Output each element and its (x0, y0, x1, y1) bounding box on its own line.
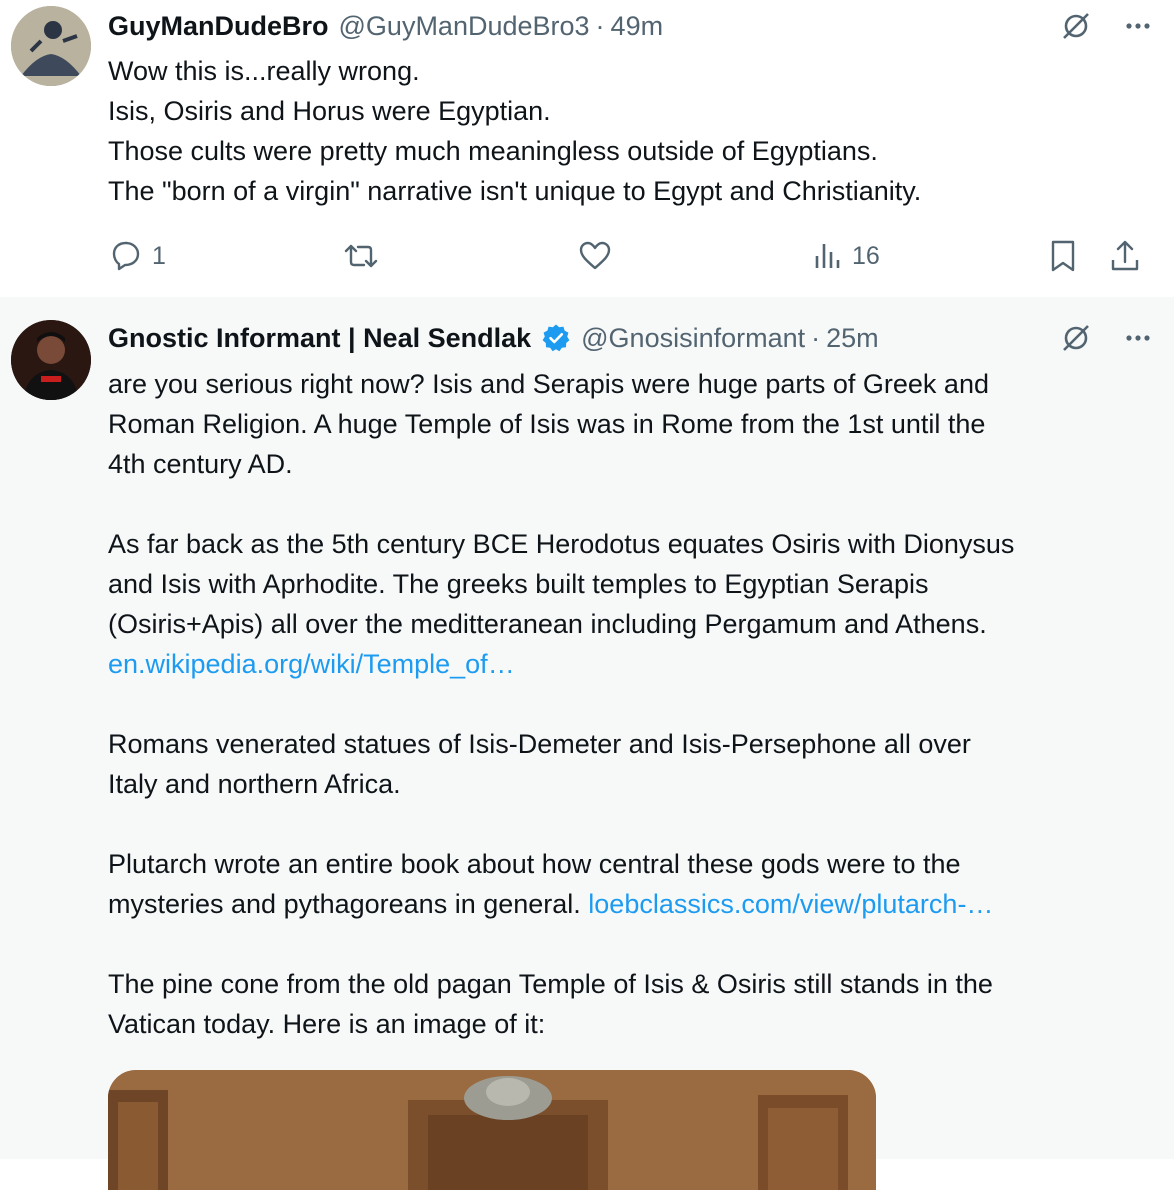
action-bar: 1 16 (0, 233, 1174, 279)
bookmark-icon (1051, 240, 1075, 272)
tweet-line: Vatican today. Here is an image of it: (108, 1009, 546, 1039)
separator: · (595, 10, 605, 41)
like-icon (579, 241, 611, 270)
timestamp[interactable]: 25m (826, 323, 879, 354)
tweet-header: Gnostic Informant | Neal Sendlak @Gnosis… (108, 318, 879, 358)
views-icon (815, 244, 840, 268)
header-actions (1060, 318, 1154, 358)
tweet-line: Roman Religion. A huge Temple of Isis wa… (108, 409, 986, 439)
more-icon[interactable] (1122, 10, 1154, 42)
tweet-line: are you serious right now? Isis and Sera… (108, 369, 989, 399)
share-button[interactable] (1108, 233, 1142, 279)
tweet-text: are you serious right now? Isis and Sera… (108, 364, 1158, 1044)
like-button[interactable] (577, 233, 613, 279)
timestamp[interactable]: 49m (611, 11, 664, 42)
avatar[interactable] (11, 6, 91, 86)
pine-cone-photo (108, 1070, 876, 1190)
tweet-line: The pine cone from the old pagan Temple … (108, 969, 993, 999)
reply-count: 1 (152, 241, 166, 270)
reply-button[interactable]: 1 (108, 233, 166, 279)
tweet-line: and Isis with Aprhodite. The greeks buil… (108, 569, 929, 599)
tweet-line-with-link: mysteries and pythagoreans in general. l… (108, 884, 1158, 924)
tweet-line: (Osiris+Apis) all over the meditteranean… (108, 609, 987, 639)
tweet-line: Romans venerated statues of Isis-Demeter… (108, 729, 971, 759)
avatar[interactable] (11, 320, 91, 400)
paragraph: Romans venerated statues of Isis-Demeter… (108, 724, 1158, 804)
views-count: 16 (852, 241, 880, 270)
reply-icon (112, 241, 140, 271)
tweet-line: Wow this is...really wrong. (108, 56, 420, 86)
separator: · (811, 322, 821, 353)
tweet-line: Plutarch wrote an entire book about how … (108, 849, 961, 879)
paragraph: The pine cone from the old pagan Temple … (108, 964, 1158, 1044)
tweet-line: Isis, Osiris and Horus were Egyptian. (108, 96, 551, 126)
tweet-image[interactable] (108, 1070, 876, 1190)
share-icon (1111, 240, 1139, 271)
author-handle[interactable]: @GuyManDudeBro3 (339, 11, 590, 42)
bookmark-button[interactable] (1046, 233, 1080, 279)
tweet-gnostic-informant[interactable]: Gnostic Informant | Neal Sendlak @Gnosis… (0, 297, 1174, 1190)
wikipedia-link[interactable]: en.wikipedia.org/wiki/Temple_of… (108, 644, 1158, 684)
header-actions (1060, 6, 1154, 46)
grok-icon[interactable] (1060, 10, 1092, 42)
retweet-icon (344, 244, 378, 268)
tweet-line: 4th century AD. (108, 449, 293, 479)
more-icon[interactable] (1122, 322, 1154, 354)
tweet-line: Those cults were pretty much meaningless… (108, 136, 878, 166)
views-button[interactable]: 16 (812, 233, 880, 279)
tweet-text-segment: mysteries and pythagoreans in general. (108, 889, 581, 919)
retweet-button[interactable] (342, 233, 380, 279)
verified-badge-icon (541, 323, 571, 353)
paragraph: As far back as the 5th century BCE Herod… (108, 524, 1158, 684)
tweet-line: As far back as the 5th century BCE Herod… (108, 529, 1015, 559)
grok-icon[interactable] (1060, 322, 1092, 354)
paragraph: Plutarch wrote an entire book about how … (108, 844, 1158, 924)
tweet-text: Wow this is...really wrong. Isis, Osiris… (108, 51, 1158, 211)
author-name[interactable]: Gnostic Informant | Neal Sendlak (108, 323, 531, 354)
author-name[interactable]: GuyManDudeBro (108, 11, 329, 42)
tweet-guymandudebro[interactable]: GuyManDudeBro @GuyManDudeBro3 · 49m Wow … (0, 0, 1174, 297)
tweet-line: Italy and northern Africa. (108, 769, 401, 799)
loebclassics-link[interactable]: loebclassics.com/view/plutarch-… (588, 889, 993, 919)
author-handle[interactable]: @Gnosisinformant (581, 323, 805, 354)
tweet-line: The "born of a virgin" narrative isn't u… (108, 176, 922, 206)
paragraph: are you serious right now? Isis and Sera… (108, 364, 1158, 484)
tweet-header: GuyManDudeBro @GuyManDudeBro3 · 49m (108, 6, 663, 46)
